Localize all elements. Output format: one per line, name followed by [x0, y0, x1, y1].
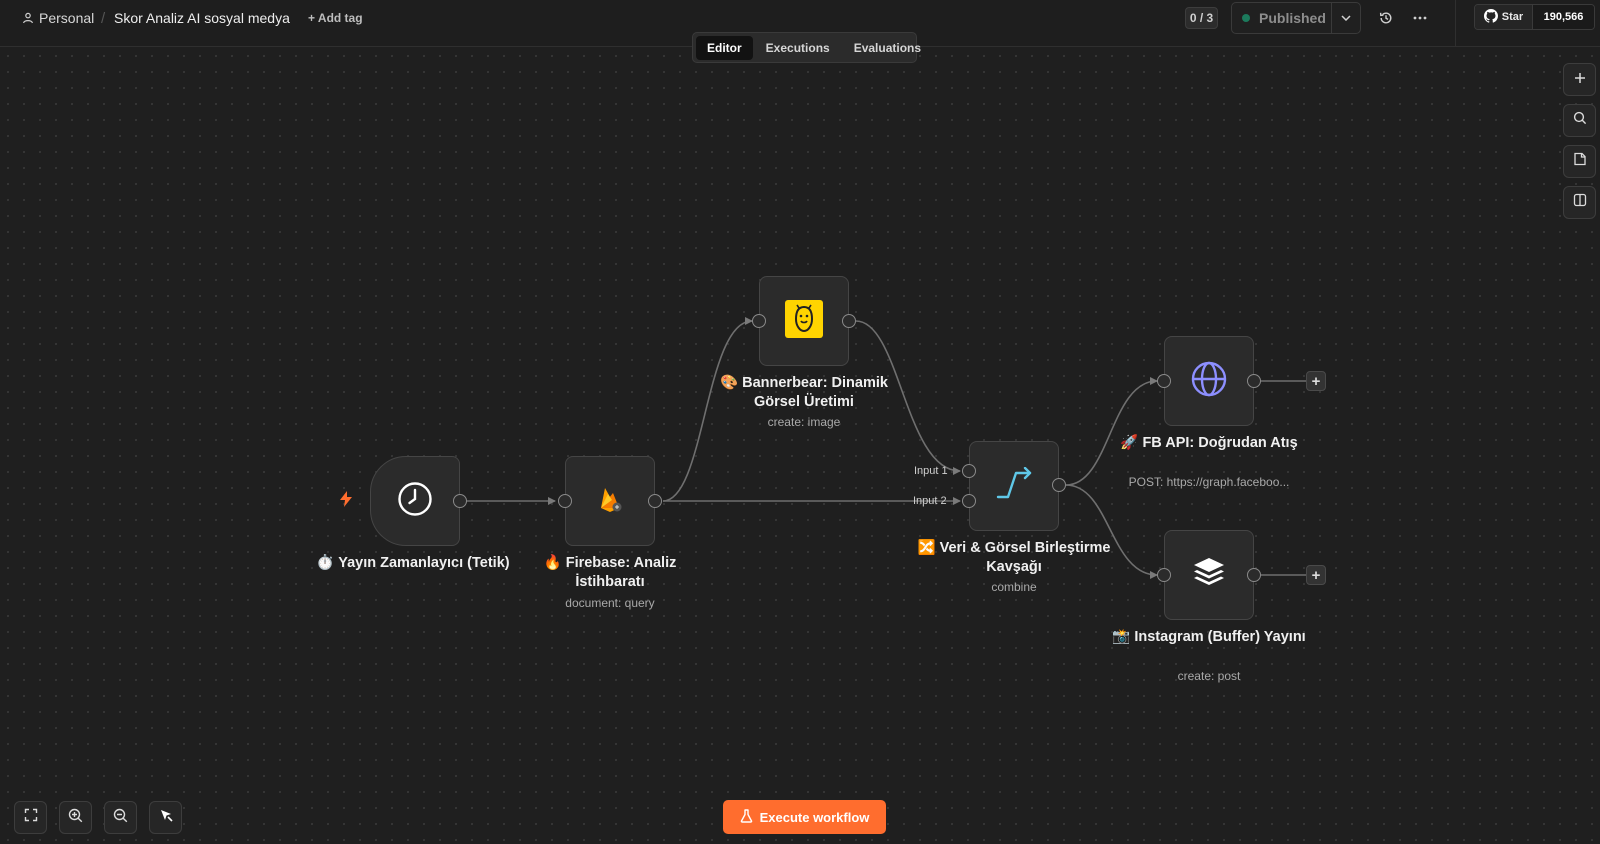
execute-workflow-label: Execute workflow — [759, 809, 870, 825]
node-merge-subtitle: combine — [991, 580, 1037, 594]
add-next-node-button[interactable]: + — [1306, 565, 1326, 585]
input-port[interactable] — [1157, 568, 1171, 582]
clock-icon — [397, 481, 433, 522]
node-trigger[interactable] — [370, 456, 460, 546]
fit-view-icon — [24, 808, 38, 827]
output-port[interactable] — [1247, 568, 1261, 582]
flask-icon — [740, 808, 753, 826]
input-port[interactable] — [752, 314, 766, 328]
output-port[interactable] — [1052, 478, 1066, 492]
node-trigger-title: ⏱️ Yayın Zamanlayıcı (Tetik) — [316, 555, 510, 571]
input-port-2[interactable] — [962, 494, 976, 508]
node-bannerbear[interactable] — [759, 276, 849, 366]
zoom-out-button[interactable] — [104, 801, 137, 834]
output-port[interactable] — [648, 494, 662, 508]
buffer-layers-icon — [1192, 556, 1226, 595]
plus-icon: + — [1311, 372, 1321, 390]
cursor-wand-icon — [158, 807, 174, 828]
execute-workflow-button[interactable]: Execute workflow — [723, 800, 886, 834]
zoom-in-button[interactable] — [59, 801, 92, 834]
output-port[interactable] — [453, 494, 467, 508]
node-instagram-subtitle: create: post — [1177, 669, 1241, 683]
merge-input2-label: Input 2 — [913, 495, 947, 507]
node-firebase[interactable] — [565, 456, 655, 546]
input-port-1[interactable] — [962, 464, 976, 478]
fit-view-button[interactable] — [14, 801, 47, 834]
node-instagram[interactable] — [1164, 530, 1254, 620]
node-fbapi-title: 🚀 FB API: Doğrudan Atış — [1120, 435, 1298, 451]
tidy-up-button[interactable] — [149, 801, 182, 834]
merge-input1-label: Input 1 — [914, 465, 948, 477]
node-firebase-subtitle: document: query — [565, 596, 655, 610]
plus-icon: + — [1311, 566, 1321, 584]
node-bannerbear-title: 🎨 Bannerbear: Dinamik Görsel Üretimi — [720, 375, 888, 410]
zoom-in-icon — [68, 808, 83, 828]
add-next-node-button[interactable]: + — [1306, 371, 1326, 391]
node-merge[interactable] — [969, 441, 1059, 531]
node-bannerbear-subtitle: create: image — [767, 415, 841, 429]
node-merge-title: 🔀 Veri & Görsel Birleştirme Kavşağı — [917, 540, 1111, 575]
zoom-out-icon — [113, 808, 128, 828]
globe-icon — [1190, 360, 1228, 403]
node-firebase-title: 🔥 Firebase: Analiz İstihbaratı — [543, 555, 677, 590]
node-fbapi-subtitle: POST: https://graph.faceboo... — [1128, 475, 1290, 489]
input-port[interactable] — [558, 494, 572, 508]
merge-icon — [994, 466, 1034, 506]
trigger-bolt-icon — [339, 491, 353, 512]
bannerbear-icon — [785, 299, 823, 343]
output-port[interactable] — [1247, 374, 1261, 388]
node-instagram-title: 📸 Instagram (Buffer) Yayını — [1112, 629, 1306, 645]
node-fbapi[interactable] — [1164, 336, 1254, 426]
input-port[interactable] — [1157, 374, 1171, 388]
output-port[interactable] — [842, 314, 856, 328]
firebase-icon — [595, 484, 625, 519]
edge-merge-fbapi — [1065, 377, 1158, 486]
